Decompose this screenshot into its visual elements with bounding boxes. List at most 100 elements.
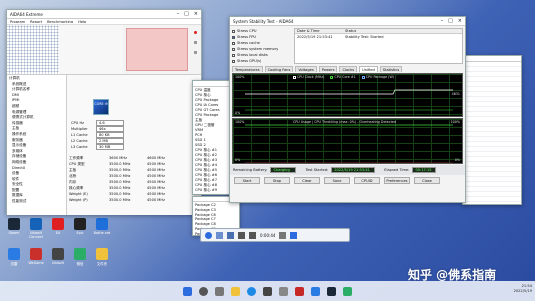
desktop-icon[interactable]: Epic <box>68 218 92 235</box>
stop-button[interactable]: Stop <box>264 177 290 184</box>
cpuid-button[interactable]: CPUID <box>354 177 380 184</box>
tab-clocks[interactable]: Clocks <box>339 66 358 72</box>
desktop-icon[interactable]: 微信 <box>68 248 92 266</box>
desktop-icon[interactable]: 文件夹 <box>90 248 114 266</box>
toolbar-icon[interactable] <box>249 231 256 239</box>
menu-help[interactable]: Help <box>78 20 86 23</box>
file-explorer-icon[interactable] <box>231 286 240 296</box>
desktop-icon[interactable]: WeGame <box>24 248 48 265</box>
tab-temperatures[interactable]: Temperatures <box>232 66 263 72</box>
record-icon[interactable] <box>205 231 212 239</box>
desktop-icon-label: Ubisoft Connect <box>28 231 44 239</box>
desktop-icon[interactable]: Ubisoft Connect <box>24 218 48 239</box>
toolbar-icon[interactable] <box>238 231 245 239</box>
stability-title: System Stability Test - AIDA64 <box>233 18 294 24</box>
clock-row-label: 北桥 <box>69 173 77 178</box>
start-icon[interactable] <box>183 286 192 296</box>
menu-benchmarking[interactable]: Benchmarking <box>47 20 73 23</box>
app-icon[interactable] <box>295 286 304 296</box>
desktop-icon-label: 微信 <box>76 262 84 266</box>
clock-row-value: 3500.0 MHz <box>109 192 131 196</box>
log-header-status: Status <box>345 29 357 33</box>
search-icon[interactable] <box>199 286 208 296</box>
system-clock[interactable]: 21:54 2022/5/19 <box>500 284 532 294</box>
main-body: 计算机 系统概述 计算机名称 DMI IPMI 超频 电源管理 便携式计算机 传感器 主板 操作系统… <box>7 75 201 215</box>
desktop-icon-label: 迅雷 <box>10 262 18 266</box>
app-icon[interactable] <box>279 286 288 296</box>
checkbox-icon[interactable] <box>232 41 235 45</box>
toolbar-icon[interactable] <box>279 231 287 239</box>
desktop-icon[interactable]: Battle.net <box>90 218 114 235</box>
clock-row-value: 3500.0 MHz <box>109 162 131 166</box>
start-button[interactable]: Start <box>234 177 260 184</box>
clock-row-value: 3500.0 MHz <box>109 180 131 184</box>
clock-row-label: 工作频率 <box>69 155 84 160</box>
clock-row-value: 4500 MHz <box>147 186 165 190</box>
clear-button[interactable]: Clear <box>294 177 320 184</box>
menu-program[interactable]: Program <box>10 20 25 23</box>
button-row: Start Stop Clear Save CPUID Preferences Close <box>230 175 465 186</box>
cpuid-panel: CORE i9 CPU Hz 4.6 Multiplier 46x L1 Cache 80… <box>67 75 201 215</box>
store-icon[interactable] <box>263 286 272 296</box>
toolbar-timer: 0:00:44 <box>260 232 276 238</box>
stress-checkboxes: Stress CPU Stress FPU Stress cache Stress s… <box>232 28 294 64</box>
clock-row-label: Weight (P) <box>69 198 88 202</box>
tab-powers[interactable]: Powers <box>318 66 338 72</box>
maximize-icon[interactable]: □ <box>448 18 453 24</box>
clock-row-value: 3500.0 MHz <box>109 174 131 178</box>
floating-toolbar: 0:00:44 <box>200 228 350 242</box>
stress-option-label: Stress cache <box>237 41 260 45</box>
desktop-icon[interactable]: Steam <box>2 218 26 235</box>
tab-statistics[interactable]: Statistics <box>379 66 403 72</box>
tab-cooling-fans[interactable]: Cooling Fans <box>264 66 294 72</box>
edge-icon[interactable] <box>247 286 256 296</box>
clock-row-value: 3600 MHz <box>109 156 127 160</box>
log-status: Stability Test: Started <box>345 34 384 39</box>
graph1-lines <box>245 89 453 111</box>
desktop-icon[interactable]: Ubisoft <box>46 248 70 265</box>
checkbox-icon[interactable] <box>232 29 235 33</box>
close-button[interactable]: Close <box>414 177 440 184</box>
toolbar-icon[interactable] <box>290 231 298 239</box>
battery-label: Remaining Battery: <box>233 168 268 172</box>
clock-row-label: 核心频率 <box>69 185 84 190</box>
tree-item[interactable]: 性能测试 <box>9 199 64 205</box>
elapsed-label: Elapsed Time: <box>384 168 410 172</box>
desktop-icon[interactable]: EA <box>46 218 70 235</box>
--icon <box>8 248 20 260</box>
close-icon[interactable]: × <box>458 18 462 24</box>
app-icon[interactable] <box>343 286 352 296</box>
red-indicator-icon <box>194 31 197 34</box>
checkbox-icon[interactable] <box>232 59 235 63</box>
checkbox-icon[interactable] <box>232 47 235 51</box>
task-view-icon[interactable] <box>215 286 224 296</box>
clock-row-value: 3500.0 MHz <box>109 168 131 172</box>
tab-unified[interactable]: Unified <box>359 66 378 72</box>
close-icon[interactable]: × <box>194 11 198 17</box>
cpu-field-label: L1 Cache <box>71 133 88 137</box>
desktop-icon-label: Battle.net <box>93 231 111 235</box>
stress-option[interactable]: Stress GPU(s) <box>232 58 294 64</box>
save-button[interactable]: Save <box>324 177 350 184</box>
toolbar-icon[interactable] <box>227 231 234 239</box>
app-icon[interactable] <box>327 286 336 296</box>
indicator-icon <box>194 51 197 54</box>
app-icon[interactable] <box>311 286 320 296</box>
desktop-icon[interactable]: 迅雷 <box>2 248 26 266</box>
minimize-icon[interactable]: – <box>441 18 444 24</box>
background-window-right <box>462 55 522 205</box>
preferences-button[interactable]: Preferences <box>384 177 410 184</box>
maximize-icon[interactable]: □ <box>184 11 189 17</box>
clock-table: 工作频率 3600 MHz 4600 MHz CPU 类型 3500.0 MHz 4500… <box>69 155 193 203</box>
checkbox-icon[interactable] <box>232 53 235 57</box>
cpu-field-label: Multiplier <box>71 127 88 131</box>
tab-voltages[interactable]: Voltages <box>295 66 317 72</box>
memory-usage-panel <box>126 28 188 71</box>
top-panel <box>7 25 201 75</box>
menu-report[interactable]: Report <box>30 20 42 23</box>
minimize-icon[interactable]: – <box>177 11 180 17</box>
cpu-logo: CORE i9 <box>93 99 109 115</box>
checkbox-icon[interactable] <box>232 35 235 39</box>
toolbar-icon[interactable] <box>216 231 223 239</box>
stress-section: Stress CPU Stress FPU Stress cache Stress s… <box>230 26 465 66</box>
